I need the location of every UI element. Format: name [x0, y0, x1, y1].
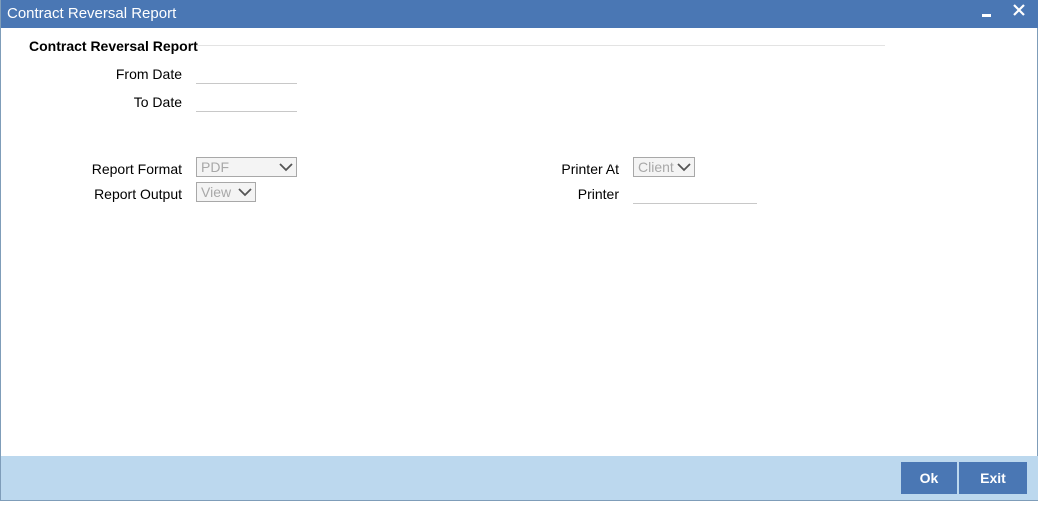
footer-bar: [1, 456, 1038, 500]
chevron-down-icon: [238, 188, 252, 197]
title-bar: Contract Reversal Report: [1, 0, 1038, 28]
report-window: Contract Reversal Report Contract Revers…: [0, 0, 1038, 501]
close-button[interactable]: [1009, 2, 1029, 22]
printer-at-value: Client: [638, 159, 674, 175]
printer-label: Printer: [577, 186, 619, 202]
minimize-icon: [982, 14, 991, 17]
to-date-field[interactable]: [196, 93, 297, 112]
chevron-down-icon: [677, 163, 691, 172]
report-format-label: Report Format: [91, 161, 182, 177]
ok-button[interactable]: Ok: [901, 462, 957, 494]
report-format-value: PDF: [201, 159, 229, 175]
chevron-down-icon: [279, 163, 293, 172]
window-title: Contract Reversal Report: [7, 5, 177, 22]
report-output-label: Report Output: [94, 186, 182, 202]
minimize-button[interactable]: [977, 2, 997, 22]
report-output-value: View: [201, 184, 232, 200]
report-format-select[interactable]: PDF: [196, 157, 297, 177]
close-icon: [1013, 4, 1025, 16]
printer-at-label: Printer At: [561, 161, 619, 177]
printer-field[interactable]: [633, 185, 757, 204]
section-title: Contract Reversal Report: [29, 38, 198, 54]
printer-at-select[interactable]: Client: [633, 157, 695, 177]
from-date-field[interactable]: [196, 65, 297, 84]
exit-button[interactable]: Exit: [959, 462, 1027, 494]
to-date-label: To Date: [133, 94, 182, 110]
from-date-label: From Date: [115, 66, 182, 82]
report-output-select[interactable]: View: [196, 182, 256, 202]
section-divider: [197, 45, 885, 46]
